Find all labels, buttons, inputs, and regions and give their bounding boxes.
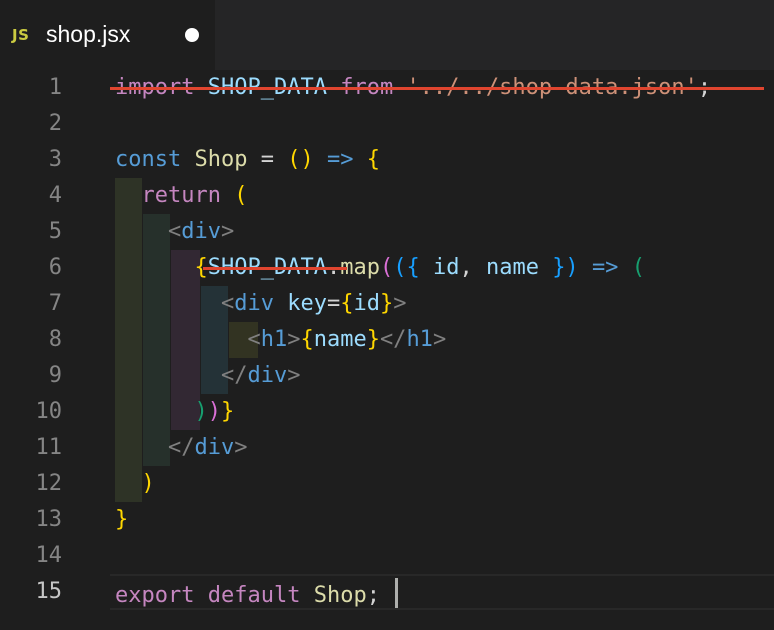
code-line-11[interactable]: 11 </div> <box>0 430 774 466</box>
tab-shop-jsx[interactable]: JS shop.jsx <box>0 0 215 70</box>
line-number: 13 <box>35 507 63 532</box>
code-line-14[interactable]: 14 <box>0 538 774 574</box>
line-text: export default Shop; <box>115 578 399 610</box>
line-number: 7 <box>48 291 62 316</box>
code-line-7[interactable]: 7 <div key={id}> <box>0 286 774 322</box>
javascript-file-icon: JS <box>12 26 30 44</box>
line-number: 5 <box>48 219 62 244</box>
code-line-6[interactable]: 6 {SHOP_DATA.map(({ id, name }) => ( <box>0 250 774 286</box>
text-cursor <box>395 578 399 608</box>
code-line-8[interactable]: 8 <h1>{name}</h1> <box>0 322 774 358</box>
line-text: <div key={id}> <box>220 291 407 316</box>
code-line-1[interactable]: 1 import SHOP_DATA from '../../shop-data… <box>0 70 774 106</box>
line-text: } <box>115 507 129 532</box>
unsaved-dot-icon[interactable] <box>185 28 199 42</box>
line-number: 11 <box>35 435 63 460</box>
tab-label: shop.jsx <box>46 21 131 47</box>
code-area[interactable]: 1 import SHOP_DATA from '../../shop-data… <box>0 70 774 630</box>
code-line-3[interactable]: 3 const Shop = () => { <box>0 142 774 178</box>
line-number: 1 <box>48 75 62 100</box>
line-number: 2 <box>48 111 62 136</box>
code-editor[interactable]: JS shop.jsx 1 import SHOP_DATA from '../… <box>0 0 774 630</box>
line-text: ) <box>141 471 155 496</box>
code-line-13[interactable]: 13 } <box>0 502 774 538</box>
line-number: 6 <box>48 255 62 280</box>
line-number: 9 <box>48 363 62 388</box>
line-text: const Shop = () => { <box>115 147 380 172</box>
code-line-4[interactable]: 4 return ( <box>0 178 774 214</box>
line-text: ))} <box>194 399 235 424</box>
line-number: 12 <box>35 471 63 496</box>
code-line-12[interactable]: 12 ) <box>0 466 774 502</box>
line-text: </div> <box>167 435 248 460</box>
code-line-5[interactable]: 5 <div> <box>0 214 774 250</box>
line-number: 15 <box>35 579 63 604</box>
line-text: {SHOP_DATA.map(({ id, name }) => ( <box>194 255 645 280</box>
line-text: </div> <box>220 363 301 388</box>
strikethrough-line <box>203 267 347 270</box>
tab-bar: JS shop.jsx <box>0 0 774 70</box>
code-line-2[interactable]: 2 <box>0 106 774 142</box>
line-number: 3 <box>48 147 62 172</box>
line-number: 10 <box>35 399 63 424</box>
line-number: 14 <box>35 543 63 568</box>
line-text: <h1>{name}</h1> <box>247 327 447 352</box>
strikethrough-line <box>110 87 764 90</box>
line-text: return ( <box>141 183 248 208</box>
code-line-9[interactable]: 9 </div> <box>0 358 774 394</box>
line-number: 4 <box>48 183 62 208</box>
line-number: 8 <box>48 327 62 352</box>
code-line-10[interactable]: 10 ))} <box>0 394 774 430</box>
code-line-15[interactable]: 15 export default Shop; <box>0 574 774 610</box>
line-text: <div> <box>167 219 235 244</box>
